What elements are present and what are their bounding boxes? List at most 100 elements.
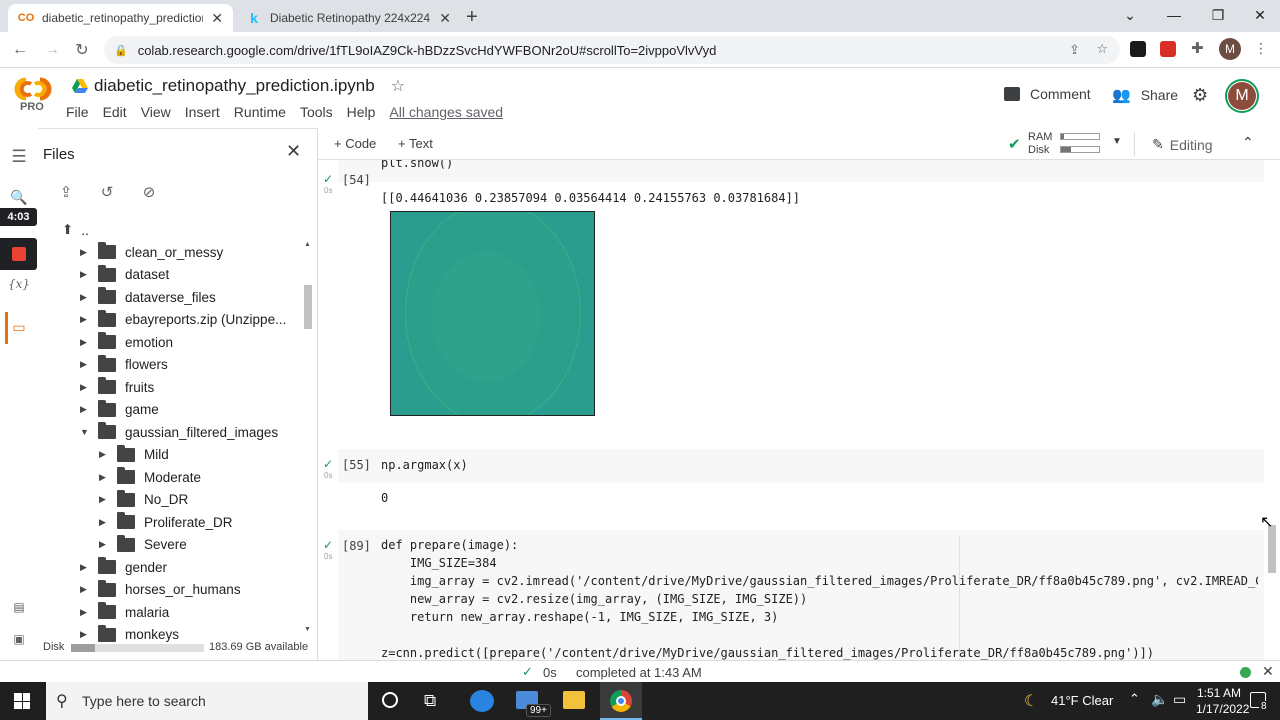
scrollbar-thumb[interactable]	[304, 285, 312, 329]
dropdown-caret-icon[interactable]: ▼	[1112, 136, 1122, 147]
star-icon[interactable]: ☆	[391, 76, 405, 96]
close-status-icon[interactable]: ✕	[1262, 663, 1274, 680]
caret-down-icon[interactable]: ▼	[80, 427, 90, 437]
file-tree-item[interactable]: ▶ Moderate	[99, 466, 201, 488]
back-arrow-icon[interactable]: ←	[8, 38, 32, 62]
caret-right-icon[interactable]: ▶	[99, 494, 109, 505]
cell-code[interactable]: def prepare(image): IMG_SIZE=384 img_arr…	[381, 538, 1258, 660]
file-tree-item[interactable]: ▶ gender	[80, 556, 167, 578]
execution-count[interactable]: [89]	[342, 539, 371, 553]
file-tree-item[interactable]: ▶ dataverse_files	[80, 286, 216, 308]
menu-help[interactable]: Help	[347, 104, 376, 120]
caret-right-icon[interactable]: ▶	[80, 629, 90, 640]
extension-icon[interactable]	[1130, 41, 1146, 57]
file-tree-item[interactable]: ▶ monkeys	[80, 624, 179, 646]
file-tree-item[interactable]: ▶ horses_or_humans	[80, 579, 241, 601]
file-tree-item[interactable]: ▶ flowers	[80, 354, 168, 376]
snippets-icon[interactable]: ▤	[8, 596, 30, 618]
new-tab-button[interactable]: +	[466, 6, 478, 29]
caret-right-icon[interactable]: ▶	[80, 359, 90, 370]
upload-file-icon[interactable]: ⇪	[56, 181, 76, 203]
caret-right-icon[interactable]: ▶	[80, 382, 90, 393]
caret-right-icon[interactable]: ▶	[80, 292, 90, 303]
parent-directory[interactable]: ⬆ ..	[62, 219, 89, 241]
save-status[interactable]: All changes saved	[389, 104, 503, 120]
pdf-extension-icon[interactable]	[1160, 41, 1176, 57]
menu-edit[interactable]: Edit	[103, 104, 127, 120]
add-text-button[interactable]: + Text	[398, 136, 433, 151]
profile-avatar[interactable]: M	[1219, 38, 1241, 60]
edge-browser-icon[interactable]	[470, 690, 494, 712]
windows-start-icon[interactable]	[14, 693, 30, 709]
file-tree-item[interactable]: ▼ gaussian_filtered_images	[80, 421, 278, 443]
file-tree-item[interactable]: ▶ ebayreports.zip (Unzippe...	[80, 309, 286, 331]
menu-runtime[interactable]: Runtime	[234, 104, 286, 120]
omnibox[interactable]: 🔒 colab.research.google.com/drive/1fTL9o…	[104, 36, 1120, 64]
caret-right-icon[interactable]: ▶	[80, 337, 90, 348]
file-tree-item[interactable]: ▶ Proliferate_DR	[99, 511, 233, 533]
table-of-contents-icon[interactable]: ☰	[8, 146, 30, 168]
file-tree-item[interactable]: ▶ fruits	[80, 376, 154, 398]
file-tree-item[interactable]: ▶ Severe	[99, 534, 187, 556]
file-tree-item[interactable]: ▶ emotion	[80, 331, 173, 353]
taskbar-search-box[interactable]: ⚲ Type here to search	[46, 682, 368, 720]
execution-count[interactable]: [55]	[342, 458, 371, 472]
caret-right-icon[interactable]: ▶	[99, 449, 109, 460]
menu-file[interactable]: File	[66, 104, 89, 120]
caret-right-icon[interactable]: ▶	[99, 472, 109, 483]
editing-mode-button[interactable]: ✎ Editing	[1152, 136, 1213, 153]
menu-view[interactable]: View	[141, 104, 171, 120]
cell-code[interactable]: np.argmax(x)	[381, 458, 468, 472]
caret-right-icon[interactable]: ▶	[80, 607, 90, 618]
collapse-chevron-icon[interactable]: ⌃	[1242, 134, 1254, 151]
caret-right-icon[interactable]: ▶	[80, 404, 90, 415]
close-icon[interactable]: ✕	[211, 10, 223, 27]
share-page-icon[interactable]: ⇪	[1069, 42, 1080, 58]
task-view-icon[interactable]: ⧉	[424, 691, 436, 711]
caret-right-icon[interactable]: ▶	[80, 247, 90, 258]
cortana-icon[interactable]	[382, 692, 398, 708]
share-button[interactable]: 👥 Share	[1112, 86, 1178, 104]
unmount-drive-icon[interactable]: ⊘	[138, 181, 160, 203]
execution-count[interactable]: [54]	[342, 173, 371, 187]
refresh-folder-icon[interactable]: ↺	[96, 181, 118, 203]
keyboard-icon[interactable]: ▭	[1173, 691, 1186, 708]
caret-right-icon[interactable]: ▶	[99, 517, 109, 528]
settings-gear-icon[interactable]: ⚙	[1192, 85, 1208, 106]
file-tree-item[interactable]: ▶ dataset	[80, 264, 169, 286]
file-tree-item[interactable]: ▶ malaria	[80, 601, 169, 623]
window-close-icon[interactable]: ✕	[1238, 0, 1280, 30]
variables-icon[interactable]: {x}	[8, 273, 30, 295]
caret-right-icon[interactable]: ▶	[80, 562, 90, 573]
system-clock[interactable]: 1:51 AM 1/17/2022	[1196, 685, 1249, 717]
forward-arrow-icon[interactable]: →	[40, 38, 64, 62]
bookmark-star-icon[interactable]: ☆	[1096, 41, 1108, 57]
kebab-menu-icon[interactable]: ⋮	[1254, 40, 1268, 57]
files-folder-icon[interactable]: ▭	[8, 316, 30, 338]
code-cell-55[interactable]	[338, 449, 1264, 483]
search-icon[interactable]: 🔍	[8, 186, 30, 208]
stop-recording-button[interactable]	[0, 238, 37, 270]
close-icon[interactable]: ✕	[439, 10, 451, 27]
notebook-scrollbar-thumb[interactable]	[1268, 525, 1276, 573]
caret-right-icon[interactable]: ▶	[99, 539, 109, 550]
menu-insert[interactable]: Insert	[185, 104, 220, 120]
google-drive-icon[interactable]	[72, 79, 88, 93]
file-tree-item[interactable]: ▶ clean_or_messy	[80, 241, 223, 263]
account-avatar[interactable]: M	[1225, 79, 1259, 113]
tab-colab[interactable]: CO diabetic_retinopathy_prediction.ipynb…	[8, 4, 233, 32]
caret-right-icon[interactable]: ▶	[80, 584, 90, 595]
terminal-icon[interactable]: ▣	[8, 628, 30, 650]
tray-chevron-icon[interactable]: ⌃	[1129, 691, 1140, 707]
tab-search-icon[interactable]: ⌄	[1108, 0, 1152, 30]
add-code-button[interactable]: + Code	[334, 136, 376, 151]
menu-tools[interactable]: Tools	[300, 104, 333, 120]
notebook-title[interactable]: diabetic_retinopathy_prediction.ipynb	[94, 76, 375, 96]
speaker-icon[interactable]: 🔈	[1151, 691, 1168, 708]
caret-right-icon[interactable]: ▶	[80, 269, 90, 280]
maximize-icon[interactable]: ❐	[1196, 0, 1240, 30]
caret-right-icon[interactable]: ▶	[80, 314, 90, 325]
file-tree-item[interactable]: ▶ Mild	[99, 444, 169, 466]
file-tree-item[interactable]: ▶ game	[80, 399, 159, 421]
file-explorer-icon[interactable]	[563, 691, 585, 709]
